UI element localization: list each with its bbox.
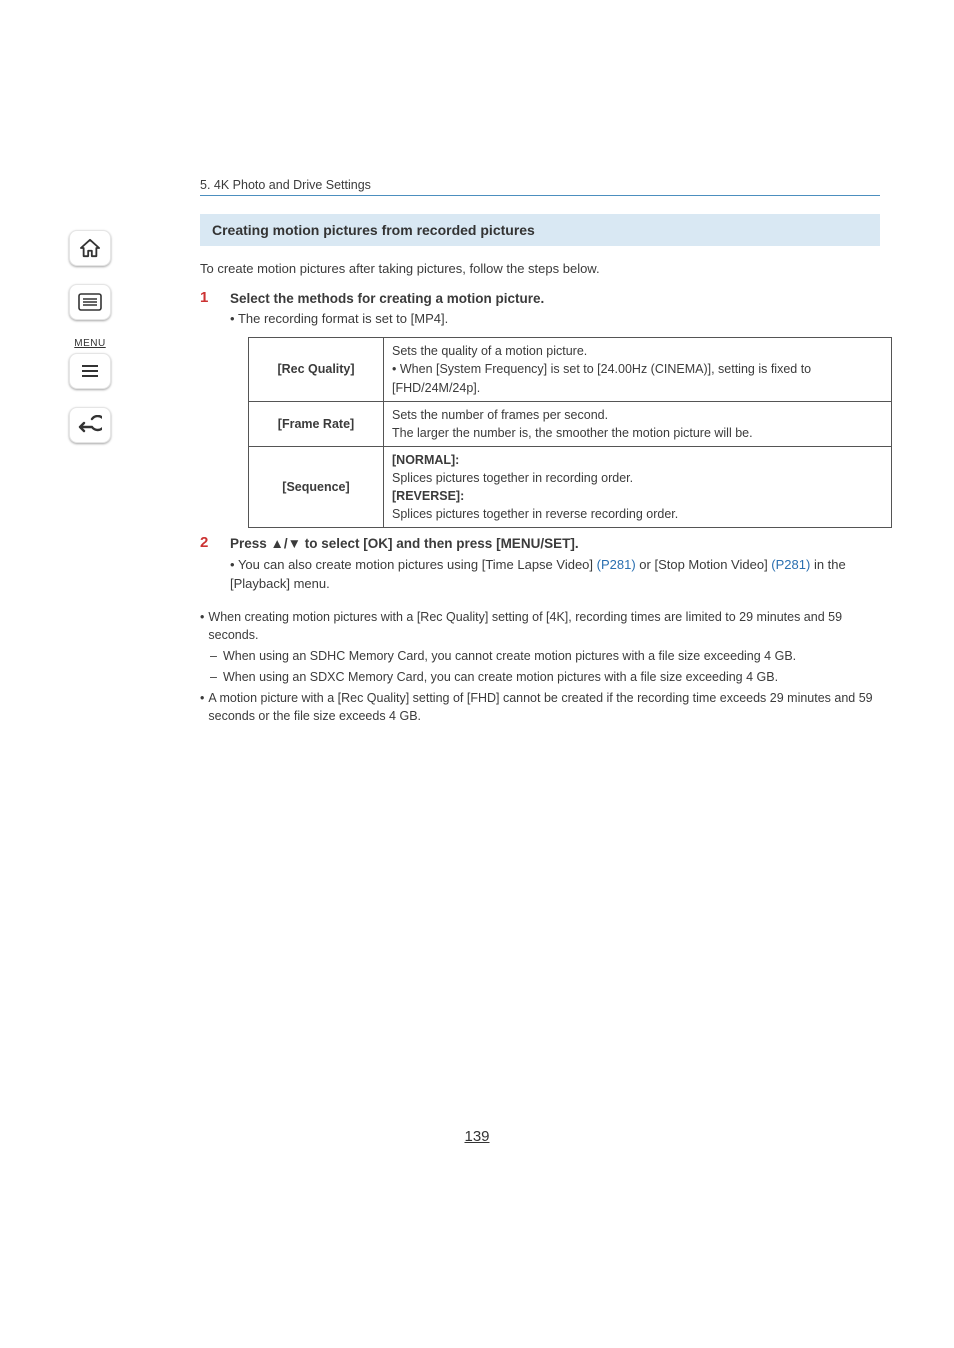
section-heading: Creating motion pictures from recorded p… [200, 214, 880, 246]
note-subitem: – When using an SDXC Memory Card, you ca… [200, 668, 880, 687]
setting-label-sequence: [Sequence] [249, 446, 384, 528]
setting-label-rec-quality: [Rec Quality] [249, 338, 384, 401]
step-sub-text: or [Stop Motion Video] [636, 557, 772, 572]
note-item: • A motion picture with a [Rec Quality] … [200, 689, 880, 727]
sidebar: MENU [68, 230, 112, 443]
page-number[interactable]: 139 [0, 1128, 954, 1145]
bullet: • [230, 557, 235, 572]
step-title: Select the methods for creating a motion… [230, 289, 892, 309]
step-sub: • You can also create motion pictures us… [230, 556, 880, 594]
table-row: [Frame Rate] Sets the number of frames p… [249, 401, 892, 446]
dash: – [210, 647, 217, 666]
nav-back-button[interactable] [69, 407, 111, 443]
settings-table: [Rec Quality] Sets the quality of a moti… [248, 337, 892, 528]
note-item: • When creating motion pictures with a [… [200, 608, 880, 646]
step-title-arrows: ▲/▼ [271, 536, 301, 551]
back-icon [78, 415, 102, 435]
setting-desc: [NORMAL]: Splices pictures together in r… [384, 446, 892, 528]
link-p281[interactable]: (P281) [771, 557, 810, 572]
step-sub-text: You can also create motion pictures usin… [238, 557, 597, 572]
step-number: 2 [200, 534, 218, 593]
note-text: When using an SDHC Memory Card, you cann… [223, 647, 796, 666]
setting-desc: Sets the quality of a motion picture. • … [384, 338, 892, 401]
notes-block: • When creating motion pictures with a [… [200, 608, 880, 727]
option-desc: Splices pictures together in recording o… [392, 469, 883, 487]
bullet: • [392, 362, 396, 376]
table-row: [Rec Quality] Sets the quality of a moti… [249, 338, 892, 401]
dash: – [210, 668, 217, 687]
note-text: A motion picture with a [Rec Quality] se… [208, 689, 880, 727]
menu-icon [80, 364, 100, 378]
step-sub-text: The recording format is set to [MP4]. [238, 311, 448, 326]
intro-text: To create motion pictures after taking p… [200, 260, 880, 279]
link-p281[interactable]: (P281) [597, 557, 636, 572]
step-sub: • The recording format is set to [MP4]. [230, 310, 892, 329]
bullet: • [200, 689, 204, 727]
home-icon [79, 238, 101, 258]
option-heading: [REVERSE]: [392, 487, 883, 505]
option-heading: [NORMAL]: [392, 451, 883, 469]
toc-icon [78, 293, 102, 311]
table-row: [Sequence] [NORMAL]: Splices pictures to… [249, 446, 892, 528]
menu-label: MENU [74, 338, 105, 349]
bullet: • [200, 608, 204, 646]
desc-line: Sets the number of frames per second. [392, 406, 883, 424]
desc-line: The larger the number is, the smoother t… [392, 424, 883, 442]
page-content: 5. 4K Photo and Drive Settings Creating … [200, 178, 880, 728]
step-2: 2 Press ▲/▼ to select [OK] and then pres… [200, 534, 880, 593]
desc-bullet-line: • When [System Frequency] is set to [24.… [392, 360, 883, 396]
option-desc: Splices pictures together in reverse rec… [392, 505, 883, 523]
desc-line: Sets the quality of a motion picture. [392, 342, 883, 360]
step-title: Press ▲/▼ to select [OK] and then press … [230, 534, 880, 554]
step-title-text: Press [230, 536, 271, 551]
note-text: When creating motion pictures with a [Re… [208, 608, 880, 646]
nav-toc-button[interactable] [69, 284, 111, 320]
nav-menu-button[interactable]: MENU [69, 338, 111, 389]
nav-home-button[interactable] [69, 230, 111, 266]
note-text: When using an SDXC Memory Card, you can … [223, 668, 778, 687]
setting-desc: Sets the number of frames per second. Th… [384, 401, 892, 446]
note-subitem: – When using an SDHC Memory Card, you ca… [200, 647, 880, 666]
step-title-text: to select [OK] and then press [MENU/SET]… [301, 536, 579, 551]
breadcrumb: 5. 4K Photo and Drive Settings [200, 178, 880, 196]
step-number: 1 [200, 289, 218, 529]
steps-list: 1 Select the methods for creating a moti… [200, 289, 880, 594]
desc-text: When [System Frequency] is set to [24.00… [392, 362, 811, 394]
step-1: 1 Select the methods for creating a moti… [200, 289, 880, 529]
setting-label-frame-rate: [Frame Rate] [249, 401, 384, 446]
bullet: • [230, 311, 235, 326]
